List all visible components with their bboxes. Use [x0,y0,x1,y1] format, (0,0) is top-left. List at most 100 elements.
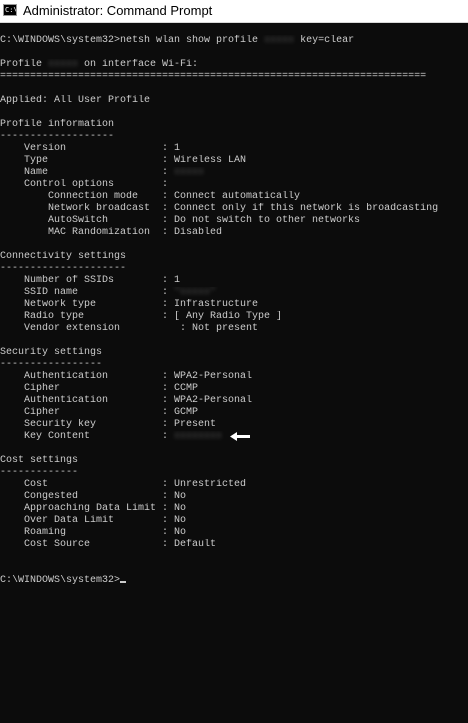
prompt-text: C:\WINDOWS\system32> [0,35,121,46]
command-prompt-window: C:\ Administrator: Command Prompt C:\WIN… [0,0,468,723]
row-value: Connect automatically [174,191,301,202]
row-label: Authentication : [0,395,175,406]
row-authentication: Authentication : WPA2-Personal [0,371,468,383]
row-value: CCMP [174,383,199,394]
left-arrow-icon [230,432,250,441]
row-value: Disabled [174,227,223,238]
row-version: Version : 1 [0,143,468,155]
row-value: Default [174,539,217,550]
row-type: Type : Wireless LAN [0,155,468,167]
row-label: Over Data Limit : [0,515,175,526]
profile-suffix: on interface Wi-Fi: [78,59,199,70]
command-args: key=clear [294,35,355,46]
window-title: Administrator: Command Prompt [23,3,213,18]
row-label: AutoSwitch : [0,215,175,226]
row-label: Control options : [0,179,175,190]
row-label: Number of SSIDs : [0,275,175,286]
section-underline: ------------------- [0,131,115,142]
command-line: C:\WINDOWS\system32>netsh wlan show prof… [0,35,468,47]
row-mac-randomization: MAC Randomization : Disabled [0,227,468,239]
redacted-ssid-value: "xxxxx" [174,287,217,298]
row-label: Network type : [0,299,175,310]
row-label: Name : [0,167,175,178]
row-value: GCMP [174,407,199,418]
command-text: netsh wlan show profile [120,35,265,46]
row-value: 1 [174,275,181,286]
row-number-of-ssids: Number of SSIDs : 1 [0,275,468,287]
row-label: SSID name : [0,287,175,298]
row-cost-source: Cost Source : Default [0,539,468,551]
cmd-icon[interactable]: C:\ [3,4,17,16]
row-cost: Cost : Unrestricted [0,479,468,491]
section-heading-cost-settings: Cost settings [0,455,79,466]
section-heading-profile-information: Profile information [0,119,115,130]
row-ssid-name: SSID name : "xxxxx" [0,287,468,299]
row-connection-mode: Connection mode : Connect automatically [0,191,468,203]
row-approaching-data-limit: Approaching Data Limit : No [0,503,468,515]
row-autoswitch: AutoSwitch : Do not switch to other netw… [0,215,468,227]
row-value: Do not switch to other networks [174,215,361,226]
prompt-line[interactable]: C:\WINDOWS\system32> [0,575,468,587]
row-label: Cipher : [0,383,175,394]
row-label: Congested : [0,491,175,502]
redacted-name-value: xxxxx [174,167,205,178]
row-label: MAC Randomization : [0,227,175,238]
profile-prefix: Profile [0,59,49,70]
console-output[interactable]: C:\WINDOWS\system32>netsh wlan show prof… [0,35,468,587]
row-label: Cost : [0,479,175,490]
row-name: Name : xxxxx [0,167,468,179]
section-heading-security-settings: Security settings [0,347,103,358]
profile-header-line: Profile xxxxx on interface Wi-Fi: [0,59,468,71]
row-label: Authentication : [0,371,175,382]
row-label: Cipher : [0,407,175,418]
row-label: Vendor extension : [0,323,193,334]
row-value: WPA2-Personal [174,371,253,382]
separator-line: ========================================… [0,71,427,82]
row-network-type: Network type : Infrastructure [0,299,468,311]
row-network-broadcast: Network broadcast : Connect only if this… [0,203,468,215]
row-security-key: Security key : Present [0,419,468,431]
row-value: Present [174,419,217,430]
row-label: Security key : [0,419,175,430]
row-cipher: Cipher : GCMP [0,407,468,419]
row-value: Wireless LAN [174,155,247,166]
redacted-profile-name: xxxxx [48,59,79,70]
row-value: Not present [192,323,259,334]
row-value: No [174,515,187,526]
redacted-profile-name: xxxxx [264,35,295,46]
row-value: No [174,503,187,514]
row-value: Connect only if this network is broadcas… [174,203,439,214]
row-label: Version : [0,143,175,154]
row-radio-type: Radio type : [ Any Radio Type ] [0,311,468,323]
row-roaming: Roaming : No [0,527,468,539]
row-label: Type : [0,155,175,166]
row-congested: Congested : No [0,491,468,503]
section-underline: ----------------- [0,359,103,370]
row-value: WPA2-Personal [174,395,253,406]
row-value: Unrestricted [174,479,247,490]
row-label: Approaching Data Limit : [0,503,175,514]
row-control-options: Control options : [0,179,468,191]
redacted-key-content: xxxxxxxx [174,431,223,442]
applied-line: Applied: All User Profile [0,95,151,106]
row-value: No [174,527,187,538]
row-over-data-limit: Over Data Limit : No [0,515,468,527]
section-underline: --------------------- [0,263,127,274]
row-key-content: Key Content : xxxxxxxx [0,431,468,443]
row-label: Network broadcast : [0,203,175,214]
title-bar[interactable]: C:\ Administrator: Command Prompt [0,0,468,23]
row-authentication: Authentication : WPA2-Personal [0,395,468,407]
row-label: Radio type : [0,311,175,322]
row-cipher: Cipher : CCMP [0,383,468,395]
section-underline: ------------- [0,467,79,478]
row-label: Roaming : [0,527,175,538]
row-label: Connection mode : [0,191,175,202]
